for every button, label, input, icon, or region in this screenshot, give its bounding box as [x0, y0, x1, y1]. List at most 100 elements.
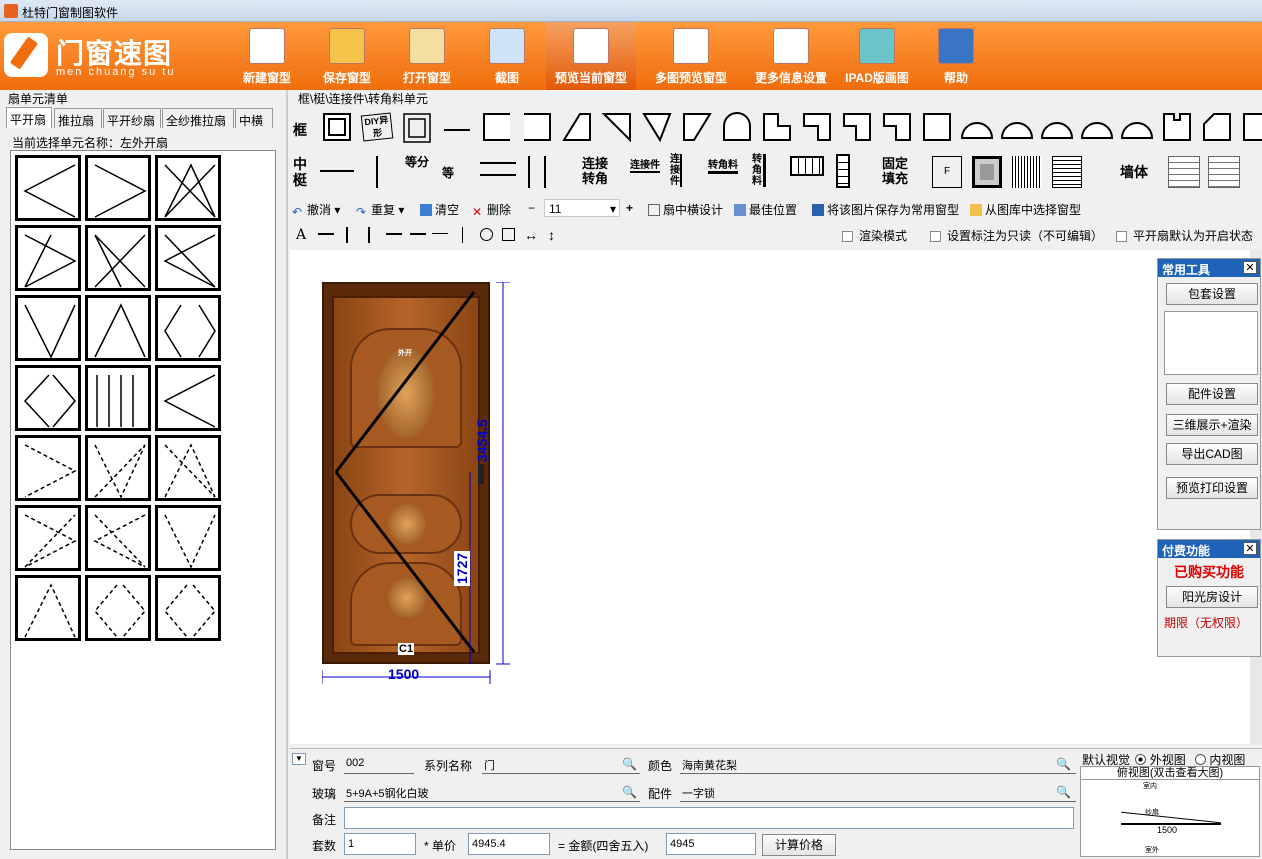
- corner-wall-v-tool[interactable]: [836, 154, 850, 188]
- frame-shape-tool[interactable]: [480, 110, 514, 146]
- outer-view-label[interactable]: 外视图: [1150, 753, 1186, 767]
- sash-type-option[interactable]: [85, 295, 151, 361]
- sash-type-option[interactable]: [85, 435, 151, 501]
- line-dash-tool[interactable]: [410, 233, 426, 235]
- sash-type-option[interactable]: [155, 295, 221, 361]
- frame-shape-tool[interactable]: [840, 110, 874, 146]
- frame-shape-tool[interactable]: [720, 110, 754, 146]
- corner-material-v-tool[interactable]: 转角料: [752, 154, 766, 187]
- tab-sliding[interactable]: 推拉扇: [54, 108, 102, 128]
- sash-type-option[interactable]: [15, 225, 81, 291]
- h-dimension-tool[interactable]: ↔: [524, 227, 538, 243]
- brick-wall-corner-tool[interactable]: [1208, 156, 1240, 188]
- connector-h-tool[interactable]: 连接件: [630, 156, 660, 173]
- export-cad-button[interactable]: 导出CAD图: [1166, 443, 1258, 465]
- multi-preview-button[interactable]: 多图预览窗型: [646, 22, 736, 90]
- inner-view-label[interactable]: 内视图: [1209, 753, 1245, 767]
- connect-corner-tool[interactable]: 连接转角: [582, 156, 616, 186]
- height-dimension[interactable]: 3454.5: [474, 419, 490, 462]
- louver-fill-tool[interactable]: [1052, 156, 1082, 188]
- vline-tool[interactable]: [462, 227, 463, 243]
- cover-settings-button[interactable]: 包套设置: [1166, 283, 1258, 305]
- equal-divide-h-tool[interactable]: 等分: [402, 154, 432, 171]
- sash-type-option[interactable]: [155, 575, 221, 641]
- best-position-button[interactable]: 最佳位置: [734, 201, 797, 218]
- text-tool[interactable]: A: [296, 227, 306, 243]
- sash-type-option[interactable]: [15, 575, 81, 641]
- arrow-left-tool[interactable]: [318, 233, 334, 235]
- sash-type-option[interactable]: [15, 505, 81, 571]
- line-tool[interactable]: [432, 233, 448, 234]
- search-icon[interactable]: 🔍: [622, 757, 637, 771]
- unit-price-field[interactable]: 4945.4: [468, 833, 550, 855]
- v-dimension-tool[interactable]: ↕: [548, 227, 555, 243]
- sash-type-option[interactable]: [155, 365, 221, 431]
- close-icon[interactable]: ✕: [1243, 261, 1257, 274]
- outer-view-radio[interactable]: [1135, 754, 1147, 765]
- size-select[interactable]: 11 ▾: [544, 199, 620, 217]
- sash-type-option[interactable]: [155, 505, 221, 571]
- frame-shape-tool[interactable]: [760, 110, 794, 146]
- select-from-library-button[interactable]: 从图库中选择窗型: [970, 201, 1081, 218]
- splitter[interactable]: [286, 90, 288, 859]
- collapse-toggle[interactable]: ▼: [292, 753, 306, 765]
- size-increase-button[interactable]: +: [626, 201, 633, 215]
- equal-divide-v-tool[interactable]: 等: [442, 164, 454, 181]
- frame-shape-tool[interactable]: [960, 110, 994, 146]
- calculate-price-button[interactable]: 计算价格: [762, 834, 836, 856]
- double-mullion-v-tool[interactable]: [528, 156, 546, 188]
- close-icon[interactable]: ✕: [1243, 542, 1257, 555]
- frame-shape-tool[interactable]: [1160, 110, 1194, 146]
- top-view-thumbnail[interactable]: 俯视图(双击查看大图) 室内 纱扇 1500 室外: [1080, 766, 1260, 857]
- rect-tool[interactable]: [502, 228, 515, 241]
- sets-field[interactable]: 1: [344, 833, 416, 855]
- help-button[interactable]: 帮助: [924, 22, 988, 90]
- frame-shape-tool[interactable]: [320, 110, 354, 146]
- frame-shape-tool[interactable]: [1040, 110, 1074, 146]
- delete-button[interactable]: ✕ 删除: [472, 201, 511, 219]
- frame-shape-tool[interactable]: [1120, 110, 1154, 146]
- panel-fill-tool[interactable]: [972, 156, 1002, 188]
- frame-shape-tool[interactable]: [520, 110, 554, 146]
- sash-type-option[interactable]: [85, 505, 151, 571]
- redo-button[interactable]: ↷ 重复 ▾: [356, 201, 404, 219]
- fitting-settings-button[interactable]: 配件设置: [1166, 383, 1258, 405]
- frame-shape-tool[interactable]: [600, 110, 634, 146]
- tab-casement[interactable]: 平开扇: [6, 107, 52, 128]
- clear-button[interactable]: 清空: [420, 201, 459, 218]
- corner-wall-h-tool[interactable]: [790, 156, 824, 176]
- search-icon[interactable]: 🔍: [1056, 757, 1071, 771]
- readonly-checkbox[interactable]: 设置标注为只读（不可编辑）: [930, 227, 1103, 244]
- circle-tool[interactable]: [480, 228, 493, 241]
- 3d-render-button[interactable]: 三维展示+渲染: [1166, 414, 1258, 436]
- frame-shape-tool[interactable]: [880, 110, 914, 146]
- sash-type-option[interactable]: [155, 155, 221, 221]
- open-window-button[interactable]: 打开窗型: [392, 22, 462, 90]
- frame-shape-tool[interactable]: [400, 110, 434, 146]
- glass-field[interactable]: 5+9A+5钢化白玻: [344, 782, 640, 802]
- vertical-mullion-tool[interactable]: [376, 156, 378, 188]
- sash-type-option[interactable]: [85, 155, 151, 221]
- sash-type-option[interactable]: [15, 365, 81, 431]
- frame-shape-tool[interactable]: [440, 110, 474, 146]
- sash-type-option[interactable]: [15, 295, 81, 361]
- tab-casement-screen[interactable]: 平开纱扇: [103, 108, 161, 128]
- size-decrease-button[interactable]: −: [528, 201, 535, 215]
- open-default-checkbox[interactable]: 平开扇默认为开启状态: [1116, 227, 1253, 244]
- frame-shape-tool[interactable]: [1000, 110, 1034, 146]
- more-settings-button[interactable]: 更多信息设置: [746, 22, 836, 90]
- handle-height-dimension[interactable]: 1727: [454, 550, 470, 586]
- preview-current-button[interactable]: 预览当前窗型: [546, 22, 636, 90]
- arrow-down-tool[interactable]: [346, 227, 348, 243]
- brick-wall-tool[interactable]: [1168, 156, 1200, 188]
- new-window-button[interactable]: 新建窗型: [232, 22, 302, 90]
- sash-transom-design-button[interactable]: 扇中横设计: [648, 201, 723, 218]
- frame-shape-tool[interactable]: DIY异形: [360, 110, 394, 146]
- total-field[interactable]: 4945: [666, 833, 756, 855]
- mesh-fill-tool[interactable]: [1012, 156, 1042, 188]
- frame-shape-tool[interactable]: [640, 110, 674, 146]
- corner-material-h-tool[interactable]: 转角料: [708, 156, 738, 174]
- sash-type-option[interactable]: [155, 435, 221, 501]
- frame-shape-tool[interactable]: [920, 110, 954, 146]
- fixed-f-tool[interactable]: F: [932, 156, 962, 188]
